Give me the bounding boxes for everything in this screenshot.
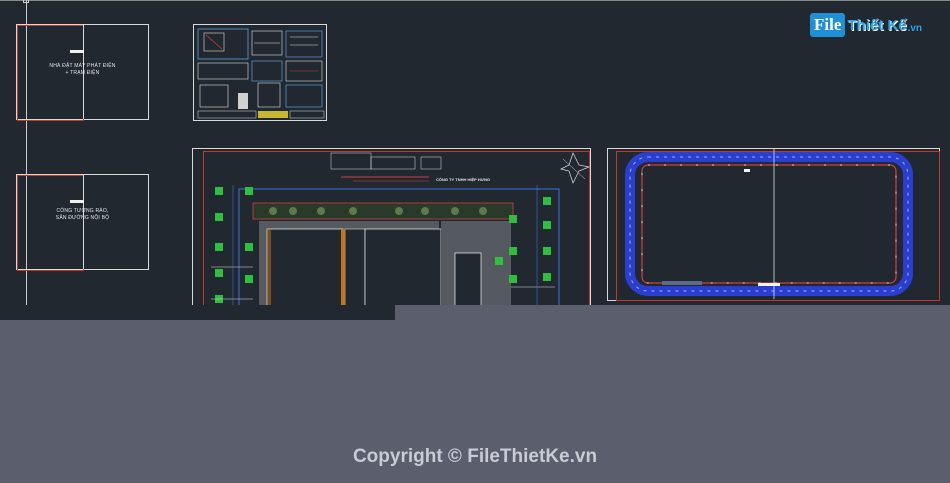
sheet-divider — [83, 175, 84, 269]
sheet-title-mark — [70, 200, 84, 203]
sheet-label-line2: SÂN ĐƯỜNG NỘI BỘ — [55, 215, 110, 221]
sheet-label-line1: CỔNG TƯỜNG RÀO, — [56, 208, 109, 214]
sheet-gate-fence[interactable]: CỔNG TƯỜNG RÀO, SÂN ĐƯỜNG NỘI BỘ — [16, 174, 149, 271]
cad-drawing-canvas[interactable]: NHÀ ĐẶT MÁY PHÁT ĐIỆN + TRẠM ĐIỆN CỔNG T… — [0, 0, 950, 320]
sheet-red-frame — [17, 175, 84, 271]
filethietke-logo[interactable]: File Thiết Kế .vn — [810, 10, 922, 40]
sheet-label-line1: NHÀ ĐẶT MÁY PHÁT ĐIỆN — [49, 63, 116, 69]
sheet-label: NHÀ ĐẶT MÁY PHÁT ĐIỆN + TRẠM ĐIỆN — [17, 63, 148, 77]
north-arrow-icon — [559, 152, 591, 184]
crosshair-horizontal — [0, 0, 950, 1]
logo-text: Thiết Kế — [847, 16, 907, 34]
sheet-site-plan[interactable]: CÔNG TY TNHH HIỆP HƯNG — [192, 148, 591, 320]
sheet-generator-house[interactable]: NHÀ ĐẶT MÁY PHÁT ĐIỆN + TRẠM ĐIỆN — [16, 24, 149, 121]
logo-tld: .vn — [907, 23, 923, 34]
sheet-label-line2: + TRẠM ĐIỆN — [65, 70, 100, 76]
fence-plan-drawing — [625, 149, 913, 299]
detail-drawings — [197, 28, 325, 119]
logo-file-badge: File — [810, 13, 846, 37]
sheet-fence-plan[interactable] — [607, 148, 940, 301]
sheet-label: CỔNG TƯỜNG RÀO, SÂN ĐƯỜNG NỘI BỘ — [17, 208, 148, 222]
site-plan-drawing — [211, 152, 591, 320]
sheet-details[interactable] — [193, 24, 327, 121]
sheet-title-mark — [70, 50, 84, 53]
crosshair-pickbox — [23, 0, 29, 3]
canvas-edge — [0, 305, 395, 320]
copyright-watermark: Copyright © FileThietKe.vn — [352, 446, 598, 467]
